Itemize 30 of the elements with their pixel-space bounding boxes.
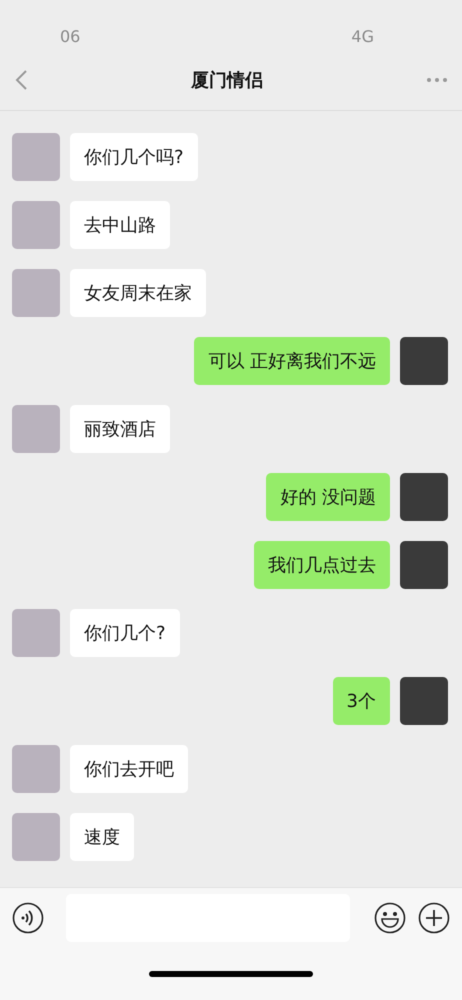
message-bubble: 你们去开吧 — [70, 745, 188, 793]
message-bubble: 你们几个? — [70, 609, 180, 657]
message-bubble: 可以 正好离我们不远 — [194, 337, 390, 385]
message-bubble: 3个 — [332, 677, 390, 725]
message-bubble: 你们几个吗? — [70, 133, 198, 181]
message-bubble: 女友周末在家 — [70, 269, 206, 317]
voice-icon[interactable] — [12, 902, 44, 934]
emoji-icon[interactable] — [374, 902, 406, 934]
avatar[interactable] — [12, 405, 60, 453]
avatar[interactable] — [12, 201, 60, 249]
avatar[interactable] — [12, 133, 60, 181]
avatar[interactable] — [12, 609, 60, 657]
avatar[interactable] — [400, 677, 448, 725]
chat-title: 厦门情侣 — [191, 69, 263, 92]
avatar[interactable] — [400, 337, 448, 385]
back-icon[interactable] — [14, 69, 28, 91]
more-icon[interactable] — [426, 77, 448, 83]
message-bubble: 好的 没问题 — [266, 473, 390, 521]
plus-icon[interactable] — [418, 902, 450, 934]
avatar[interactable] — [12, 745, 60, 793]
message-bubble: 我们几点过去 — [254, 541, 390, 589]
avatar[interactable] — [12, 269, 60, 317]
network-label: 4G — [351, 27, 374, 46]
avatar[interactable] — [400, 541, 448, 589]
message-bubble: 速度 — [70, 813, 134, 861]
avatar[interactable] — [12, 813, 60, 861]
status-time: 06 — [60, 27, 80, 46]
avatar[interactable] — [400, 473, 448, 521]
message-bubble: 丽致酒店 — [70, 405, 170, 453]
message-bubble: 去中山路 — [70, 201, 170, 249]
